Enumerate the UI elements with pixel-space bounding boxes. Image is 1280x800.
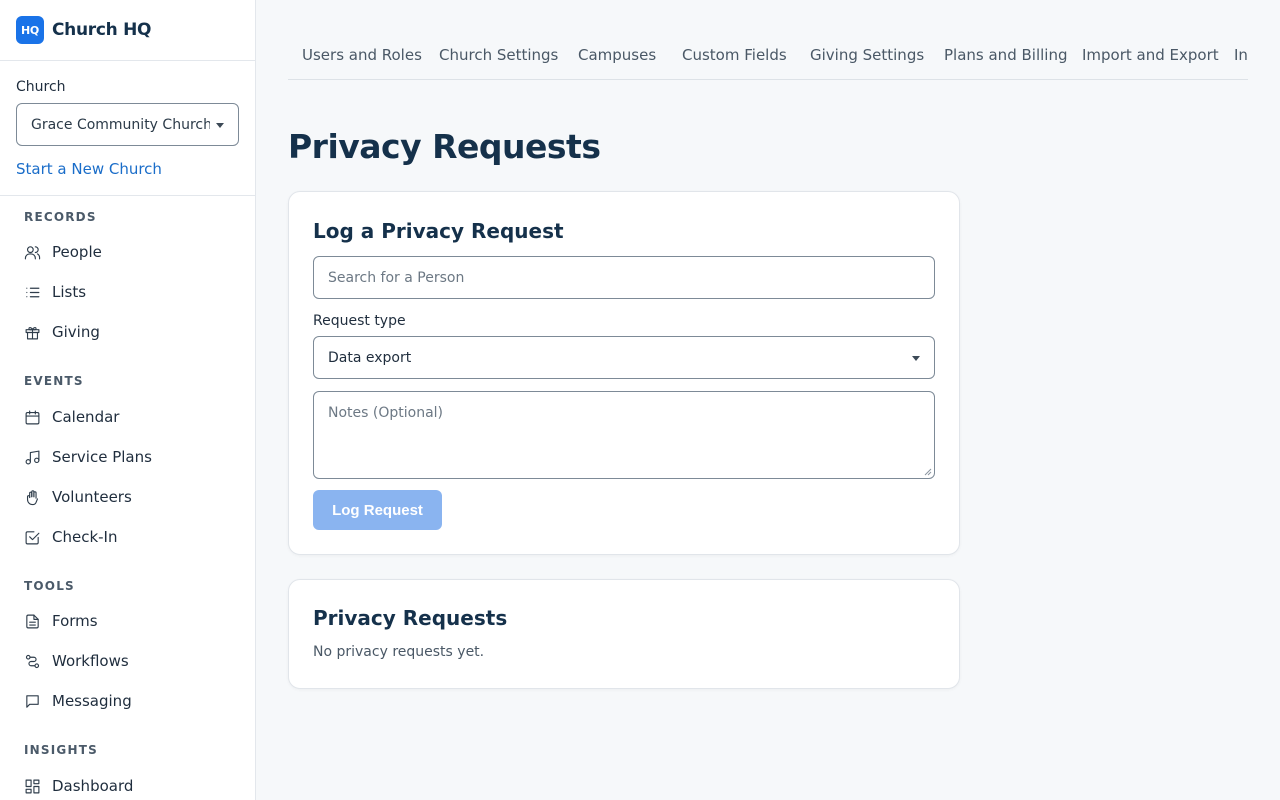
sidebar-item-label: Check-In bbox=[52, 528, 118, 546]
app-logo: HQ bbox=[16, 16, 44, 44]
sidebar: HQ Church HQ Church Grace Community Chur… bbox=[0, 0, 256, 800]
section-label-events: EVENTS bbox=[24, 374, 84, 388]
sidebar-item-label: Giving bbox=[52, 323, 100, 341]
section-label-records: RECORDS bbox=[24, 210, 97, 224]
list-icon bbox=[26, 287, 40, 297]
sidebar-item-label: People bbox=[52, 243, 102, 261]
church-switcher: Church Grace Community Church Start a Ne… bbox=[0, 61, 255, 196]
document-icon bbox=[26, 614, 39, 628]
sidebar-item-lists[interactable]: Lists bbox=[0, 272, 255, 312]
workflow-icon bbox=[25, 654, 40, 668]
search-placeholder: Search for a Person bbox=[328, 269, 465, 286]
page-title: Privacy Requests bbox=[288, 127, 601, 166]
tab-users-and-roles[interactable]: Users and Roles bbox=[302, 46, 422, 64]
sidebar-item-check-in[interactable]: Check-In bbox=[0, 517, 255, 557]
users-icon bbox=[24, 245, 41, 259]
settings-tabs: Users and Roles Church Settings Campuses… bbox=[288, 36, 1248, 80]
request-type-select[interactable]: Data export bbox=[313, 336, 935, 379]
notes-placeholder: Notes (Optional) bbox=[328, 405, 444, 421]
sidebar-item-giving[interactable]: Giving bbox=[0, 312, 255, 352]
sidebar-item-label: Workflows bbox=[52, 652, 129, 670]
privacy-requests-list-card: Privacy Requests No privacy requests yet… bbox=[288, 579, 960, 689]
brand[interactable]: HQ Church HQ bbox=[0, 0, 255, 61]
start-new-church-link[interactable]: Start a New Church bbox=[16, 160, 162, 178]
tab-partial[interactable]: In bbox=[1234, 46, 1248, 64]
tab-import-and-export[interactable]: Import and Export bbox=[1082, 46, 1219, 64]
notes-textarea[interactable]: Notes (Optional) bbox=[313, 391, 935, 479]
church-select[interactable]: Grace Community Church bbox=[16, 103, 239, 146]
sidebar-item-label: Messaging bbox=[52, 692, 132, 710]
calendar-icon bbox=[25, 410, 40, 424]
empty-state-text: No privacy requests yet. bbox=[313, 644, 485, 660]
sidebar-item-label: Volunteers bbox=[52, 488, 132, 506]
music-note-icon bbox=[25, 450, 40, 464]
tab-church-settings[interactable]: Church Settings bbox=[439, 46, 558, 64]
chevron-down-icon bbox=[912, 355, 920, 361]
church-select-value: Grace Community Church bbox=[31, 116, 210, 133]
sidebar-item-dashboard[interactable]: Dashboard bbox=[0, 766, 255, 800]
card-title: Log a Privacy Request bbox=[313, 219, 564, 243]
sidebar-item-label: Calendar bbox=[52, 408, 120, 426]
sidebar-item-volunteers[interactable]: Volunteers bbox=[0, 477, 255, 517]
sidebar-item-label: Lists bbox=[52, 283, 87, 301]
section-label-tools: TOOLS bbox=[24, 579, 75, 593]
church-label: Church bbox=[16, 79, 66, 95]
sidebar-item-calendar[interactable]: Calendar bbox=[0, 397, 255, 437]
person-search-input[interactable]: Search for a Person bbox=[313, 256, 935, 299]
section-label-insights: INSIGHTS bbox=[24, 743, 98, 757]
checkbox-icon bbox=[25, 530, 40, 544]
log-request-card: Log a Privacy Request Search for a Perso… bbox=[288, 191, 960, 555]
chevron-down-icon bbox=[216, 122, 224, 128]
sidebar-item-label: Dashboard bbox=[52, 777, 134, 795]
sidebar-item-people[interactable]: People bbox=[0, 232, 255, 272]
app-name: Church HQ bbox=[52, 20, 152, 40]
request-type-value: Data export bbox=[328, 349, 412, 366]
hand-icon bbox=[26, 489, 39, 505]
sidebar-item-messaging[interactable]: Messaging bbox=[0, 681, 255, 721]
tab-campuses[interactable]: Campuses bbox=[578, 46, 656, 64]
tab-giving-settings[interactable]: Giving Settings bbox=[810, 46, 924, 64]
request-type-label: Request type bbox=[313, 313, 406, 329]
sidebar-item-label: Service Plans bbox=[52, 448, 152, 466]
resize-handle-icon[interactable] bbox=[924, 468, 932, 476]
sidebar-item-service-plans[interactable]: Service Plans bbox=[0, 437, 255, 477]
tab-plans-and-billing[interactable]: Plans and Billing bbox=[944, 46, 1067, 64]
gift-icon bbox=[25, 326, 40, 339]
sidebar-item-forms[interactable]: Forms bbox=[0, 601, 255, 641]
sidebar-item-label: Forms bbox=[52, 612, 98, 630]
card-title: Privacy Requests bbox=[313, 606, 508, 630]
sidebar-item-workflows[interactable]: Workflows bbox=[0, 641, 255, 681]
main-content: Users and Roles Church Settings Campuses… bbox=[256, 0, 1280, 800]
dashboard-icon bbox=[25, 779, 40, 793]
message-icon bbox=[26, 694, 39, 708]
log-request-button[interactable]: Log Request bbox=[313, 490, 442, 530]
tab-custom-fields[interactable]: Custom Fields bbox=[682, 46, 787, 64]
